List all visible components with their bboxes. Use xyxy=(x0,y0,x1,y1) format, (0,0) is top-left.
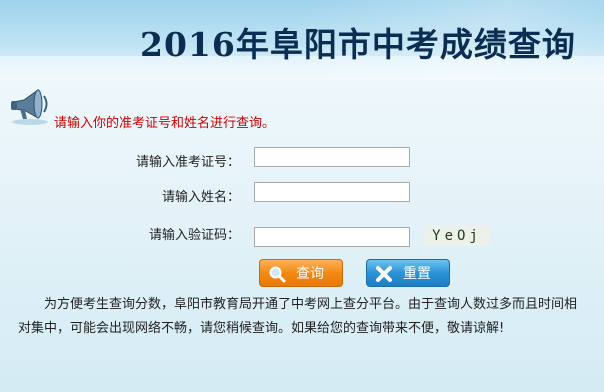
page-title: 2016年阜阳市中考成绩查询 xyxy=(140,25,576,64)
name-input[interactable] xyxy=(254,182,410,202)
query-button[interactable]: 查询 xyxy=(259,259,343,287)
exam-number-input[interactable] xyxy=(254,147,410,167)
name-label: 请输入姓名： xyxy=(161,190,240,205)
x-icon xyxy=(376,266,392,282)
notice-text: 请输入你的准考证号和姓名进行查询。 xyxy=(54,116,276,131)
magnifier-icon xyxy=(269,266,286,283)
captcha-input[interactable] xyxy=(254,227,410,247)
reset-button-label: 重置 xyxy=(403,266,431,282)
description-text: 为方便考生查询分数，阜阳市教育局开通了中考网上查分平台。由于查询人数过多而且时间… xyxy=(18,297,578,336)
exam-number-label: 请输入准考证号： xyxy=(135,155,240,170)
header-banner: 2016年阜阳市中考成绩查询 xyxy=(0,0,604,80)
captcha-image[interactable]: YeOj xyxy=(424,226,490,246)
captcha-label: 请输入验证码： xyxy=(148,228,240,243)
megaphone-icon xyxy=(11,89,48,125)
reset-button[interactable]: 重置 xyxy=(366,259,450,287)
query-button-label: 查询 xyxy=(296,266,324,282)
